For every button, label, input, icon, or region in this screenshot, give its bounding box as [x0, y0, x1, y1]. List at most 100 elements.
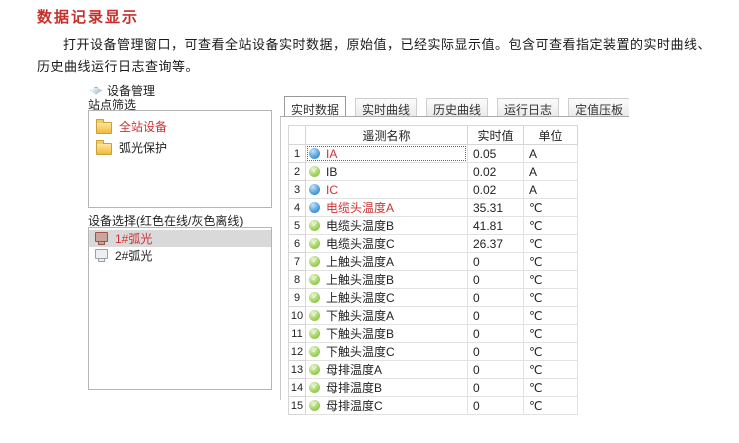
table-row[interactable]: 7 上触头温度A 0 ℃	[289, 253, 578, 271]
row-number: 11	[289, 325, 306, 343]
telemetry-name: IC	[326, 183, 338, 197]
telemetry-name: 母排温度A	[326, 361, 382, 378]
table-row[interactable]: 12 下触头温度C 0 ℃	[289, 343, 578, 361]
tab-setting-plate[interactable]: 定值压板	[568, 98, 629, 116]
cell-value: 0	[468, 343, 524, 361]
table-row[interactable]: 4 电缆头温度A 35.31 ℃	[289, 199, 578, 217]
header-name[interactable]: 遥测名称	[306, 126, 468, 145]
telemetry-name: 下触头温度B	[326, 325, 394, 342]
cell-name[interactable]: 上触头温度B	[306, 271, 468, 289]
tab-realtime-curve[interactable]: 实时曲线	[355, 98, 417, 116]
cell-name[interactable]: IB	[306, 163, 468, 181]
tab-bar: 实时数据 实时曲线 历史曲线 运行日志 定值压板 故障录波 保	[280, 96, 629, 117]
row-number: 10	[289, 307, 306, 325]
table-row[interactable]: 6 电缆头温度C 26.37 ℃	[289, 235, 578, 253]
telemetry-name: 上触头温度B	[326, 271, 394, 288]
cell-value: 35.31	[468, 199, 524, 217]
tree-item-arc-protection[interactable]: 弧光保护	[89, 137, 271, 158]
cell-unit: ℃	[524, 325, 578, 343]
table-row[interactable]: 15 母排温度C 0 ℃	[289, 397, 578, 415]
cell-name[interactable]: 上触头温度A	[306, 253, 468, 271]
status-ball-green-icon	[309, 364, 320, 375]
table-row[interactable]: 9 上触头温度C 0 ℃	[289, 289, 578, 307]
folder-icon	[96, 143, 112, 155]
tab-realtime-data[interactable]: 实时数据	[284, 96, 346, 117]
site-filter-list: 全站设备 弧光保护	[88, 110, 272, 208]
cell-unit: A	[524, 163, 578, 181]
cell-name[interactable]: 电缆头温度C	[306, 235, 468, 253]
table-row[interactable]: 5 电缆头温度B 41.81 ℃	[289, 217, 578, 235]
device-item-2-arc[interactable]: 2#弧光	[89, 247, 271, 264]
table-row[interactable]: 13 母排温度A 0 ℃	[289, 361, 578, 379]
table-row[interactable]: 1 IA 0.05 A	[289, 145, 578, 163]
row-number: 1	[289, 145, 306, 163]
cell-unit: ℃	[524, 379, 578, 397]
status-ball-green-icon	[309, 400, 320, 411]
cell-value: 0	[468, 289, 524, 307]
cell-name[interactable]: 电缆头温度B	[306, 217, 468, 235]
cell-value: 26.37	[468, 235, 524, 253]
status-ball-green-icon	[309, 256, 320, 267]
cell-name[interactable]: 下触头温度B	[306, 325, 468, 343]
cell-value: 0	[468, 307, 524, 325]
cell-unit: ℃	[524, 217, 578, 235]
row-number: 14	[289, 379, 306, 397]
cell-name[interactable]: 母排温度B	[306, 379, 468, 397]
folder-icon	[96, 122, 112, 134]
table-row[interactable]: 3 IC 0.02 A	[289, 181, 578, 199]
cell-unit: ℃	[524, 271, 578, 289]
device-item-label: 1#弧光	[115, 230, 152, 247]
table-row[interactable]: 10 下触头温度A 0 ℃	[289, 307, 578, 325]
cell-name[interactable]: 电缆头温度A	[306, 199, 468, 217]
telemetry-name: 电缆头温度A	[326, 199, 394, 216]
cell-value: 0	[468, 271, 524, 289]
cell-name[interactable]: 下触头温度C	[306, 343, 468, 361]
device-select-list: 1#弧光 2#弧光	[88, 227, 272, 390]
status-ball-green-icon	[309, 346, 320, 357]
header-value[interactable]: 实时值	[468, 126, 524, 145]
table-row[interactable]: 14 母排温度B 0 ℃	[289, 379, 578, 397]
cell-unit: ℃	[524, 235, 578, 253]
device-item-label: 2#弧光	[115, 247, 152, 264]
status-ball-blue-icon	[309, 184, 320, 195]
cell-name[interactable]: 母排温度C	[306, 397, 468, 415]
tree-item-all-station-devices[interactable]: 全站设备	[89, 116, 271, 137]
telemetry-name: 电缆头温度B	[326, 217, 394, 234]
cell-unit: ℃	[524, 307, 578, 325]
table-header-row: 遥测名称 实时值 单位	[289, 126, 578, 145]
telemetry-table: 遥测名称 实时值 单位 1 IA 0.05 A 2 IB 0.02 A 3 IC…	[288, 125, 578, 415]
table-row[interactable]: 11 下触头温度B 0 ℃	[289, 325, 578, 343]
status-ball-green-icon	[309, 220, 320, 231]
monitor-online-icon	[95, 232, 108, 242]
cell-value: 0.02	[468, 181, 524, 199]
cell-value: 0	[468, 379, 524, 397]
telemetry-name: IA	[326, 147, 337, 161]
cell-unit: ℃	[524, 397, 578, 415]
row-number: 6	[289, 235, 306, 253]
cell-unit: ℃	[524, 289, 578, 307]
row-number: 7	[289, 253, 306, 271]
telemetry-name: 母排温度B	[326, 379, 382, 396]
table-row[interactable]: 8 上触头温度B 0 ℃	[289, 271, 578, 289]
tab-run-log[interactable]: 运行日志	[497, 98, 559, 116]
cell-name[interactable]: 上触头温度C	[306, 289, 468, 307]
status-ball-green-icon	[309, 310, 320, 321]
status-ball-blue-icon	[309, 202, 320, 213]
cell-name[interactable]: 母排温度A	[306, 361, 468, 379]
tab-history-curve[interactable]: 历史曲线	[426, 98, 488, 116]
header-corner	[289, 126, 306, 145]
header-unit[interactable]: 单位	[524, 126, 578, 145]
cell-name[interactable]: 下触头温度A	[306, 307, 468, 325]
cell-unit: A	[524, 181, 578, 199]
page-title: 数据记录显示	[37, 6, 139, 27]
cell-value: 0.05	[468, 145, 524, 163]
cell-name[interactable]: IA	[306, 145, 468, 163]
row-number: 2	[289, 163, 306, 181]
device-item-1-arc[interactable]: 1#弧光	[89, 230, 271, 247]
cell-name[interactable]: IC	[306, 181, 468, 199]
telemetry-name: 母排温度C	[326, 397, 383, 414]
row-number: 13	[289, 361, 306, 379]
cell-value: 0.02	[468, 163, 524, 181]
table-row[interactable]: 2 IB 0.02 A	[289, 163, 578, 181]
device-manager-icon	[90, 87, 102, 95]
